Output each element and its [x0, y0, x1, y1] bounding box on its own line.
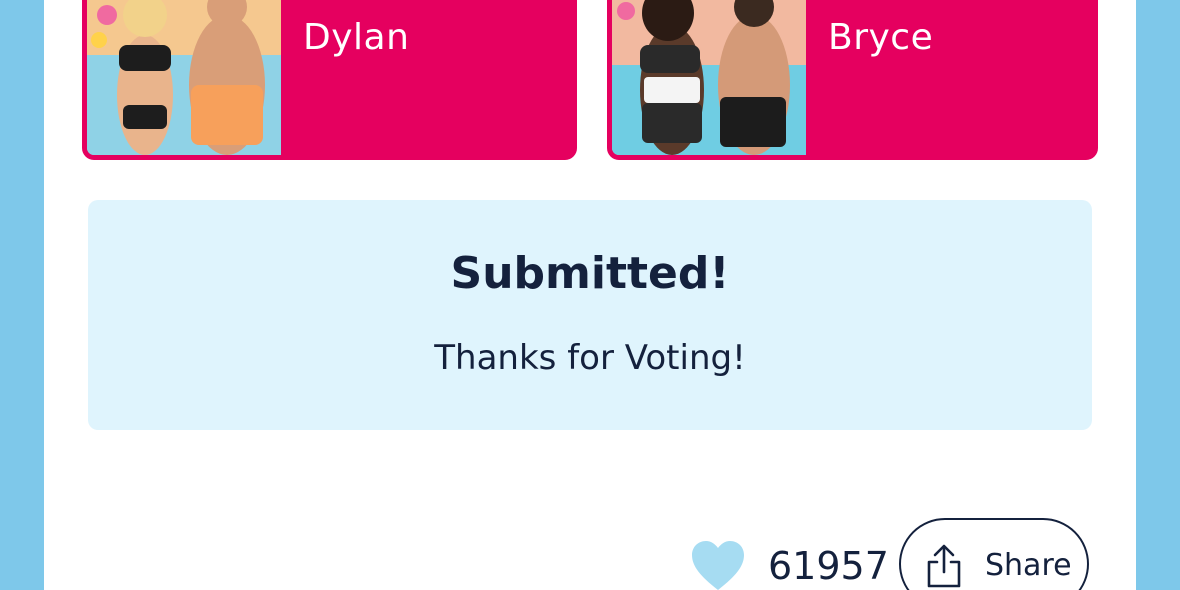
- share-label: Share: [985, 548, 1072, 583]
- vote-result-panel: Submitted! Thanks for Voting!: [88, 200, 1092, 430]
- vote-panel: Dylan Bryce Submitted! Thanks for Voting…: [44, 0, 1136, 590]
- couple-card-bryce[interactable]: Bryce: [607, 0, 1098, 160]
- share-button[interactable]: Share: [899, 518, 1089, 590]
- couple-card-dylan[interactable]: Dylan: [82, 0, 577, 160]
- heart-icon[interactable]: [690, 540, 746, 590]
- couple-photo: [87, 0, 281, 155]
- couple-name: Dylan: [303, 17, 410, 58]
- result-title: Submitted!: [450, 248, 730, 299]
- couple-photo: [612, 0, 806, 155]
- like-count: 61957: [768, 544, 889, 588]
- result-message: Thanks for Voting!: [434, 338, 746, 378]
- likes-group: 61957: [690, 538, 889, 590]
- share-icon: [923, 544, 965, 588]
- couple-name: Bryce: [828, 17, 934, 58]
